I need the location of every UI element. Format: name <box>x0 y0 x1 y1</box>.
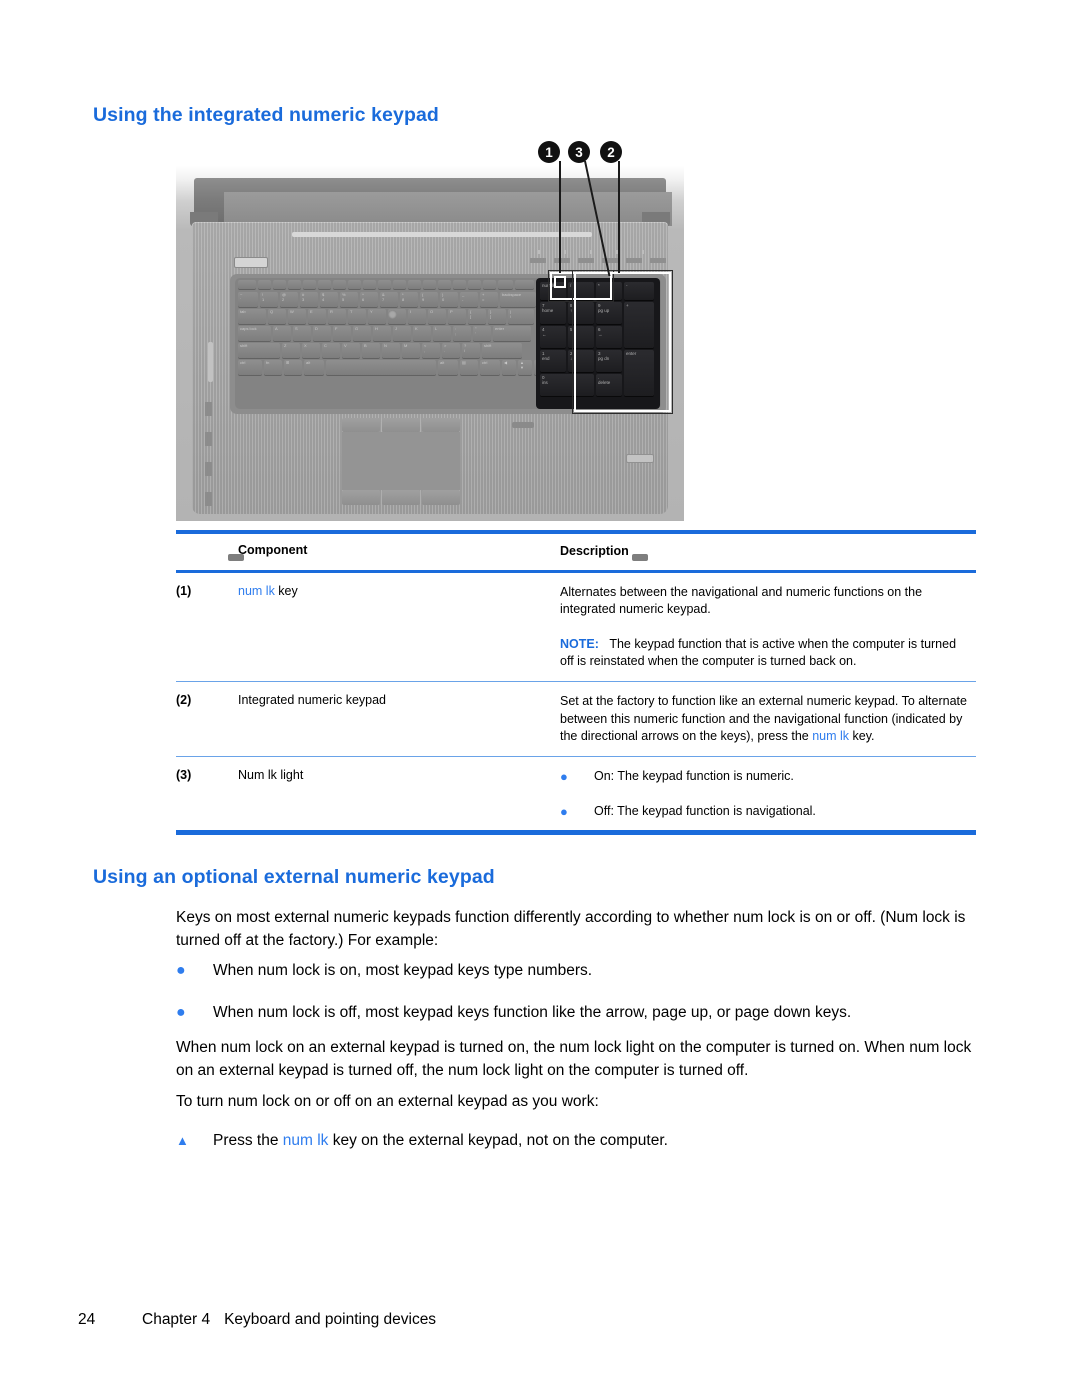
row-description-note: NOTE: The keypad function that is active… <box>560 636 968 671</box>
footer-chapter: Chapter 4 <box>142 1311 211 1328</box>
step-part-post: key on the external keypad, not on the c… <box>328 1132 668 1149</box>
triangle-bullet-icon: ▲ <box>176 1133 189 1148</box>
row-description: ● On: The keypad function is numeric. ● … <box>560 757 976 830</box>
numlock-lights-paragraph: When num lock on an external keypad is t… <box>176 1039 972 1079</box>
bullet-icon: ● <box>560 769 568 784</box>
footer-chapter-title: Keyboard and pointing devices <box>224 1311 437 1328</box>
bullet-icon: ● <box>176 962 186 979</box>
table-row: (2) Integrated numeric keypad Set at the… <box>176 682 976 756</box>
page-title-external-keypad: Using an optional external numeric keypa… <box>93 866 495 888</box>
touchpad-top-buttons <box>342 418 460 432</box>
leader-line-2 <box>618 161 620 273</box>
indicator-dots <box>538 250 664 254</box>
step-press-numlk: ▲ Press the num lk key on the external k… <box>176 1130 996 1152</box>
desc-part-a: Set at the factory to function like an e… <box>560 694 967 743</box>
leader-line-1 <box>559 161 561 273</box>
table-row: (1) num lk key Alternates between the na… <box>176 573 976 681</box>
callout-3: 3 <box>568 141 590 163</box>
numlk-link[interactable]: num lk <box>283 1132 329 1149</box>
power-button <box>234 257 268 268</box>
laptop-figure: ~ ` ! 1 @2 #3 $4 % 5 ^ 6 & 7 * 8 (9 ) 0 _ - + = b… <box>176 161 684 561</box>
list-item: ● On: The keypad function is numeric. <box>560 768 968 786</box>
keyboard-row-qwerty: tab Q W E R T Y U I O P {[ }] |\ <box>238 309 534 324</box>
keyboard-row-numbers: ~ ` ! 1 @2 #3 $4 % 5 ^ 6 & 7 * 8 (9 ) 0 _ - + = b… <box>238 292 536 307</box>
row-component: num lk key <box>238 573 560 681</box>
bullet-icon: ● <box>176 1004 186 1021</box>
palmrest-marking <box>512 422 534 428</box>
callout-1: 1 <box>538 141 560 163</box>
component-description-table: Component Description (1) num lk key Alt… <box>176 530 976 835</box>
page-title-integrated-keypad: Using the integrated numeric keypad <box>93 104 439 126</box>
list-item: ● When num lock is on, most keypad keys … <box>176 960 996 982</box>
intro-paragraph: Keys on most external numeric keypads fu… <box>176 909 966 949</box>
bullet-text: When num lock is on, most keypad keys ty… <box>213 962 593 979</box>
table-header-num <box>176 534 238 570</box>
pointing-stick <box>388 310 397 319</box>
step-part-pre: Press the <box>213 1132 283 1149</box>
keypad-highlight <box>574 272 671 412</box>
fingerprint-reader <box>626 454 654 463</box>
table-row: (3) Num lk light ● On: The keypad functi… <box>176 757 976 830</box>
numlock-bullet-list: ● When num lock is on, most keypad keys … <box>176 960 996 1024</box>
table-header-component: Component <box>238 543 308 557</box>
indicator-light-row <box>530 258 666 263</box>
numlk-link[interactable]: num lk <box>238 584 275 598</box>
list-item: ● Off: The keypad function is navigation… <box>560 803 968 821</box>
page-footer: 24 Chapter 4 Keyboard and pointing devic… <box>78 1311 436 1329</box>
touchpad-bottom-buttons <box>342 490 460 505</box>
numlk-link[interactable]: num lk <box>812 729 849 743</box>
row-description: Set at the factory to function like an e… <box>560 682 976 756</box>
row-component-suffix: key <box>274 583 298 598</box>
page-number: 24 <box>78 1311 96 1328</box>
row-description-main: Alternates between the navigational and … <box>560 584 923 617</box>
row-description-main: Set at the factory to function like an e… <box>560 693 968 746</box>
to-turn-numlock-paragraph: To turn num lock on or off on an externa… <box>176 1093 599 1110</box>
side-vent <box>208 342 213 382</box>
callout-2: 2 <box>600 141 622 163</box>
table-header-row: Component Description <box>176 534 976 570</box>
bullet-icon: ● <box>560 803 568 819</box>
keyboard-row-space: ctrl fn ⊞ alt alt ▤ ctrl ◀ ▲▼ ▶ <box>238 360 548 375</box>
desc-part-b: key. <box>849 729 875 743</box>
row-number: (1) <box>176 583 192 598</box>
keyboard-row-home: caps lock A S D F G H J K L :; " ' enter <box>238 326 531 341</box>
row-number: (3) <box>176 768 192 782</box>
list-item: ● When num lock is off, most keypad keys… <box>176 1002 996 1024</box>
row-component: Integrated numeric keypad <box>238 693 387 707</box>
note-text: The keypad function that is active when … <box>560 636 957 669</box>
side-ports <box>205 402 212 522</box>
keyboard-row-shift: shift Z X C V B N M <, >. ? / shift <box>238 343 522 358</box>
table-bottom-rule <box>176 830 976 835</box>
row-component: Num lk light <box>238 768 304 782</box>
bullet-text: When num lock is off, most keypad keys f… <box>213 1004 852 1021</box>
table-header-description: Description <box>560 544 629 558</box>
bullet-text: Off: The keypad function is navigational… <box>594 803 816 818</box>
note-label: NOTE: <box>560 636 599 651</box>
row-description: Alternates between the navigational and … <box>560 573 976 681</box>
row-number: (2) <box>176 693 192 707</box>
step-text: Press the num lk key on the external key… <box>213 1130 996 1152</box>
laptop-lid-inner <box>224 192 672 226</box>
touchpad <box>342 432 460 490</box>
numlk-light-highlight <box>554 276 566 288</box>
keyboard-row-function <box>238 280 555 289</box>
speaker-strip <box>292 232 592 237</box>
bullet-text: On: The keypad function is numeric. <box>594 769 794 783</box>
